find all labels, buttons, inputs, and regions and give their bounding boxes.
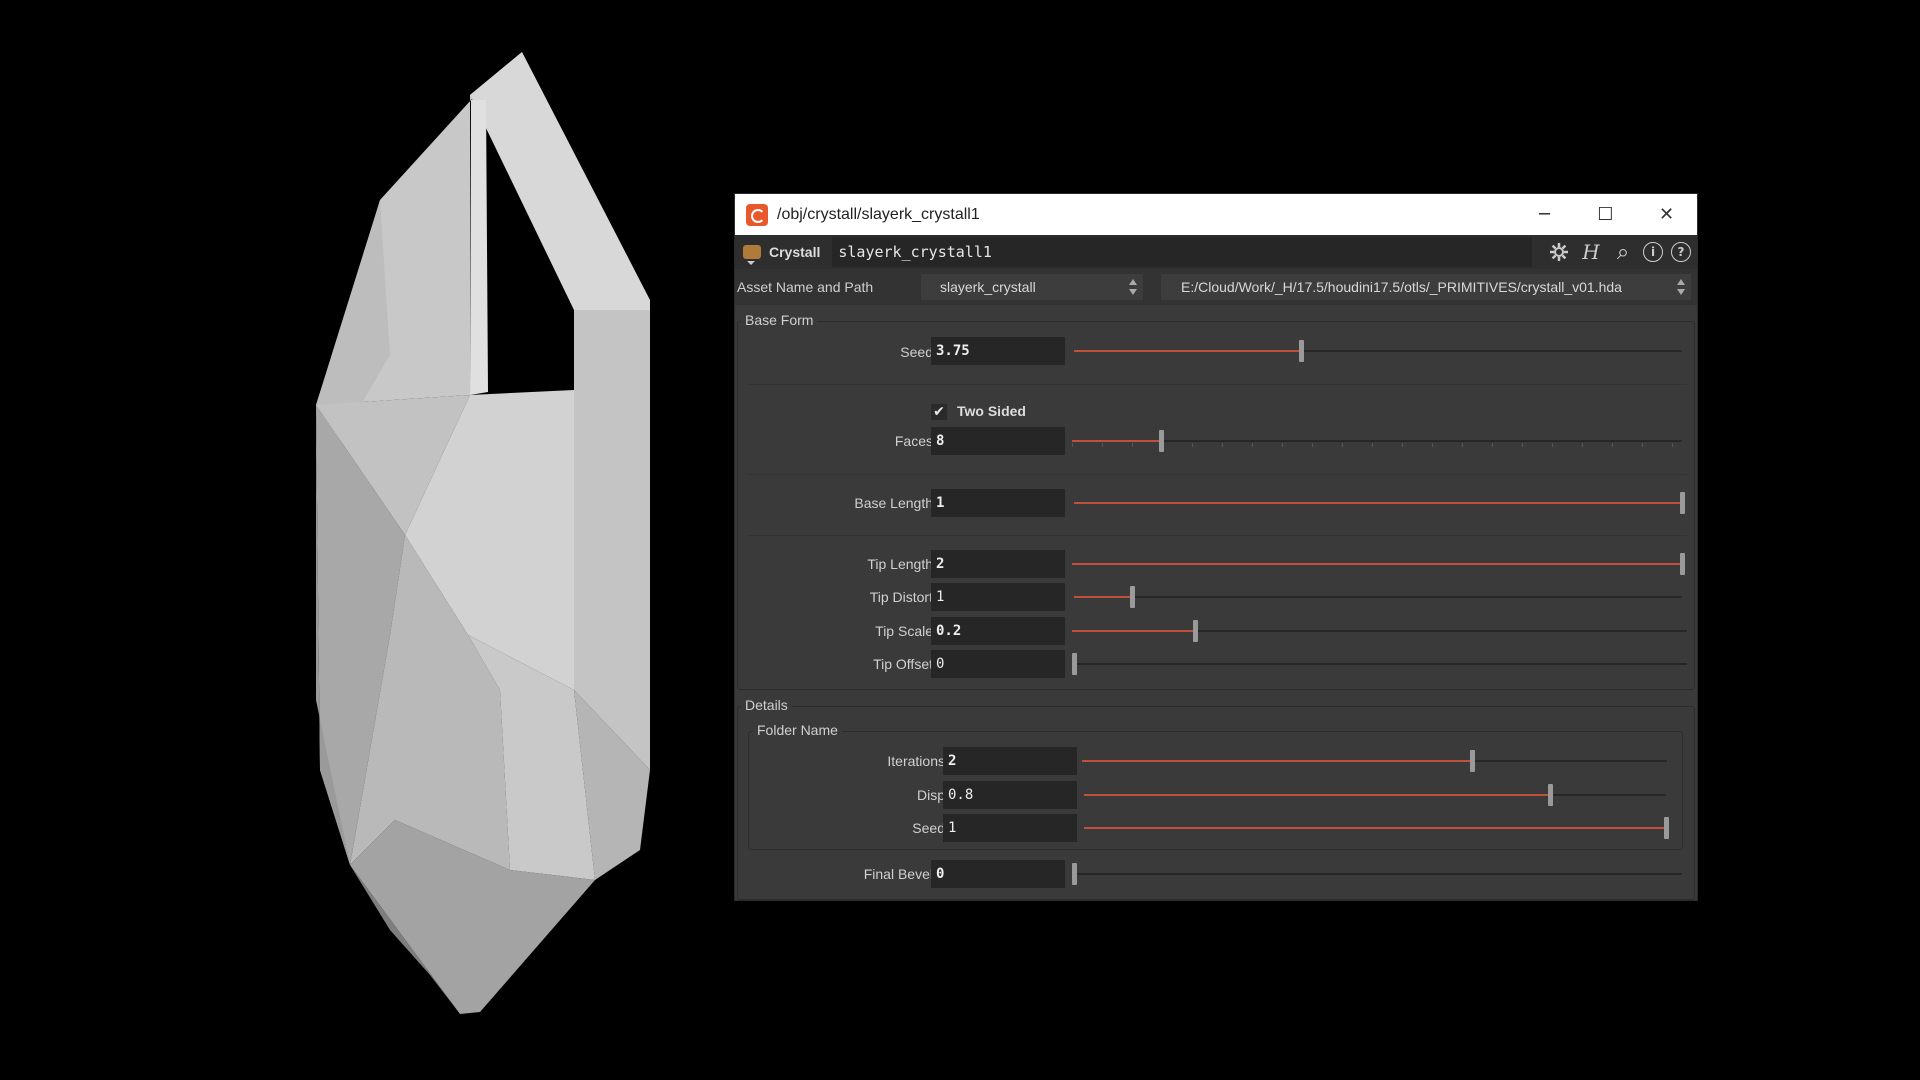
seed-details-label: Seed: [912, 820, 945, 836]
seed-slider[interactable]: [1074, 337, 1682, 365]
window-title: /obj/crystall/slayerk_crystall1: [777, 205, 980, 223]
seed-label: Seed: [900, 344, 933, 360]
two-sided-label[interactable]: Two Sided: [957, 403, 1026, 419]
tip-offset-slider-handle[interactable]: [1072, 653, 1077, 675]
maximize-button[interactable]: ☐: [1575, 194, 1636, 235]
final-bevel-slider[interactable]: [1072, 860, 1682, 888]
tip-scale-slider-handle[interactable]: [1193, 620, 1198, 642]
node-type-label: Crystall: [769, 244, 821, 260]
parameter-window: /obj/crystall/slayerk_crystall1 ─ ☐ ✕ Cr…: [734, 193, 1698, 901]
seed-slider-handle[interactable]: [1298, 340, 1304, 362]
gear-icon[interactable]: [1547, 240, 1571, 264]
tip-distort-label: Tip Distort: [869, 589, 933, 605]
asset-path-value: E:/Cloud/Work/_H/17.5/houdini17.5/otls/_…: [1181, 279, 1622, 295]
minimize-button[interactable]: ─: [1514, 194, 1575, 235]
seed-field[interactable]: 3.75: [931, 337, 1065, 365]
two-sided-checkbox[interactable]: ✔: [931, 404, 947, 420]
iterations-field[interactable]: 2: [943, 747, 1077, 775]
spinner-arrows-icon[interactable]: [1129, 279, 1137, 295]
final-bevel-field[interactable]: 0: [931, 860, 1065, 888]
info-icon[interactable]: i: [1643, 242, 1663, 262]
folder-title[interactable]: Folder Name: [753, 722, 842, 738]
final-bevel-label: Final Bevel: [863, 866, 933, 882]
close-button[interactable]: ✕: [1636, 194, 1697, 235]
tip-length-slider-handle[interactable]: [1680, 553, 1685, 575]
hda-icon[interactable]: H: [1579, 240, 1603, 264]
faces-label: Faces: [894, 433, 933, 449]
base-form-title[interactable]: Base Form: [741, 312, 818, 328]
3d-viewport[interactable]: [0, 0, 720, 1080]
tip-offset-slider[interactable]: [1072, 650, 1687, 678]
base-length-field[interactable]: 1: [931, 489, 1065, 517]
tip-length-field[interactable]: 2: [931, 550, 1065, 578]
asset-path-dropdown[interactable]: E:/Cloud/Work/_H/17.5/houdini17.5/otls/_…: [1161, 274, 1691, 300]
tip-distort-field[interactable]: 1: [931, 583, 1065, 611]
tip-offset-field[interactable]: 0: [931, 650, 1065, 678]
base-length-slider[interactable]: [1074, 489, 1685, 517]
details-title[interactable]: Details: [741, 697, 792, 713]
tip-distort-slider-handle[interactable]: [1130, 586, 1136, 608]
disp-slider-handle[interactable]: [1547, 784, 1553, 806]
node-type-icon[interactable]: [743, 245, 761, 265]
faces-slider[interactable]: [1072, 427, 1682, 455]
final-bevel-slider-handle[interactable]: [1072, 863, 1077, 885]
node-toolbar: Crystall slayerk_crystall1 H ⌕ i ?: [735, 235, 1697, 269]
asset-name-path-label: Asset Name and Path: [737, 279, 874, 295]
disp-slider[interactable]: [1084, 781, 1666, 809]
asset-row: Asset Name and Path slayerk_crystall E:/…: [735, 269, 1697, 305]
tip-length-slider[interactable]: [1072, 550, 1685, 578]
asset-name-value: slayerk_crystall: [940, 279, 1036, 295]
faces-slider-handle[interactable]: [1159, 430, 1165, 452]
faces-field[interactable]: 8: [931, 427, 1065, 455]
base-length-slider-handle[interactable]: [1680, 492, 1685, 514]
node-name-field[interactable]: slayerk_crystall1: [832, 237, 1533, 267]
spinner-arrows-icon[interactable]: [1677, 279, 1685, 295]
search-icon[interactable]: ⌕: [1611, 240, 1635, 265]
tip-offset-label: Tip Offset: [873, 656, 933, 672]
base-length-label: Base Length: [854, 495, 933, 511]
iterations-slider-handle[interactable]: [1470, 750, 1476, 772]
iterations-label: Iterations: [887, 753, 945, 769]
seed-details-slider[interactable]: [1084, 814, 1669, 842]
tip-length-label: Tip Length: [867, 556, 933, 572]
houdini-app-icon: [746, 203, 768, 226]
help-icon[interactable]: ?: [1671, 242, 1691, 262]
crystal-mesh: [316, 52, 650, 1014]
seed-details-field[interactable]: 1: [943, 814, 1077, 842]
asset-name-dropdown[interactable]: slayerk_crystall: [921, 274, 1143, 300]
tip-scale-label: Tip Scale: [875, 623, 933, 639]
window-titlebar[interactable]: /obj/crystall/slayerk_crystall1 ─ ☐ ✕: [735, 194, 1697, 235]
tip-scale-field[interactable]: 0.2: [931, 617, 1065, 645]
seed-details-slider-handle[interactable]: [1664, 817, 1669, 839]
disp-field[interactable]: 0.8: [943, 781, 1077, 809]
tip-distort-slider[interactable]: [1074, 583, 1682, 611]
iterations-slider[interactable]: [1082, 747, 1667, 775]
disp-label: Disp: [916, 787, 945, 803]
tip-scale-slider[interactable]: [1072, 617, 1687, 645]
